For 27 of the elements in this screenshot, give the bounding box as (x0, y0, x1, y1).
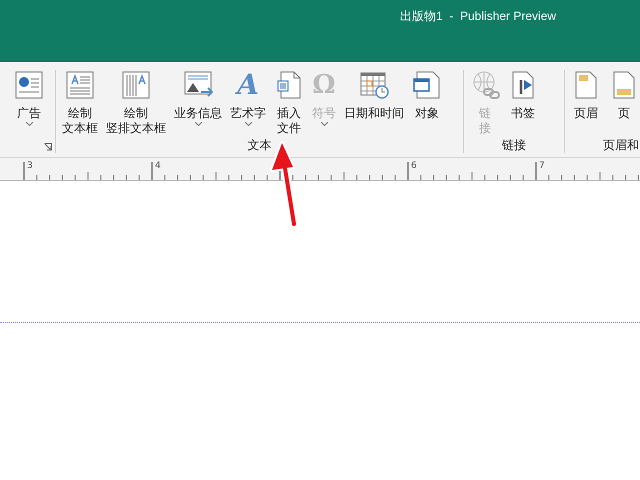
vtextbox-button[interactable]: 绘制 竖排文本框 (104, 70, 168, 136)
flyer-icon (14, 70, 44, 100)
calendar-clock-icon (359, 70, 389, 100)
window-title: 出版物1 - Publisher Preview (400, 8, 556, 24)
ruler-number: 3 (27, 161, 33, 171)
dialog-launcher-icon[interactable] (44, 143, 52, 151)
header-button[interactable]: 页眉 (569, 70, 603, 121)
vertical-text-box-icon (121, 70, 151, 100)
window-icon (412, 70, 442, 100)
ad-button[interactable]: 广告 (12, 70, 46, 132)
ruler-number: 6 (411, 161, 417, 171)
text-box-icon (65, 70, 95, 100)
bookmark-button[interactable]: 书签 (506, 70, 540, 121)
wordart-icon: A (237, 70, 259, 100)
ruler-number: 4 (155, 161, 161, 171)
object-button[interactable]: 对象 (410, 70, 444, 121)
omega-icon: Ω (312, 70, 336, 100)
calendar-button[interactable]: 日期和时间 (342, 70, 406, 121)
file-button[interactable]: 插入 文件 (272, 70, 306, 136)
footer-button[interactable]: 页 (607, 70, 640, 121)
group-label: 链接 (502, 138, 526, 152)
group-label: 文本 (248, 138, 272, 152)
business-button[interactable]: 业务信息 (172, 70, 224, 132)
textbox-button[interactable]: 绘制 文本框 (60, 70, 100, 136)
ruler-number: 7 (539, 161, 545, 171)
group-label: 页眉和 (603, 138, 639, 152)
wordart-button[interactable]: A 艺术字 (228, 70, 268, 132)
